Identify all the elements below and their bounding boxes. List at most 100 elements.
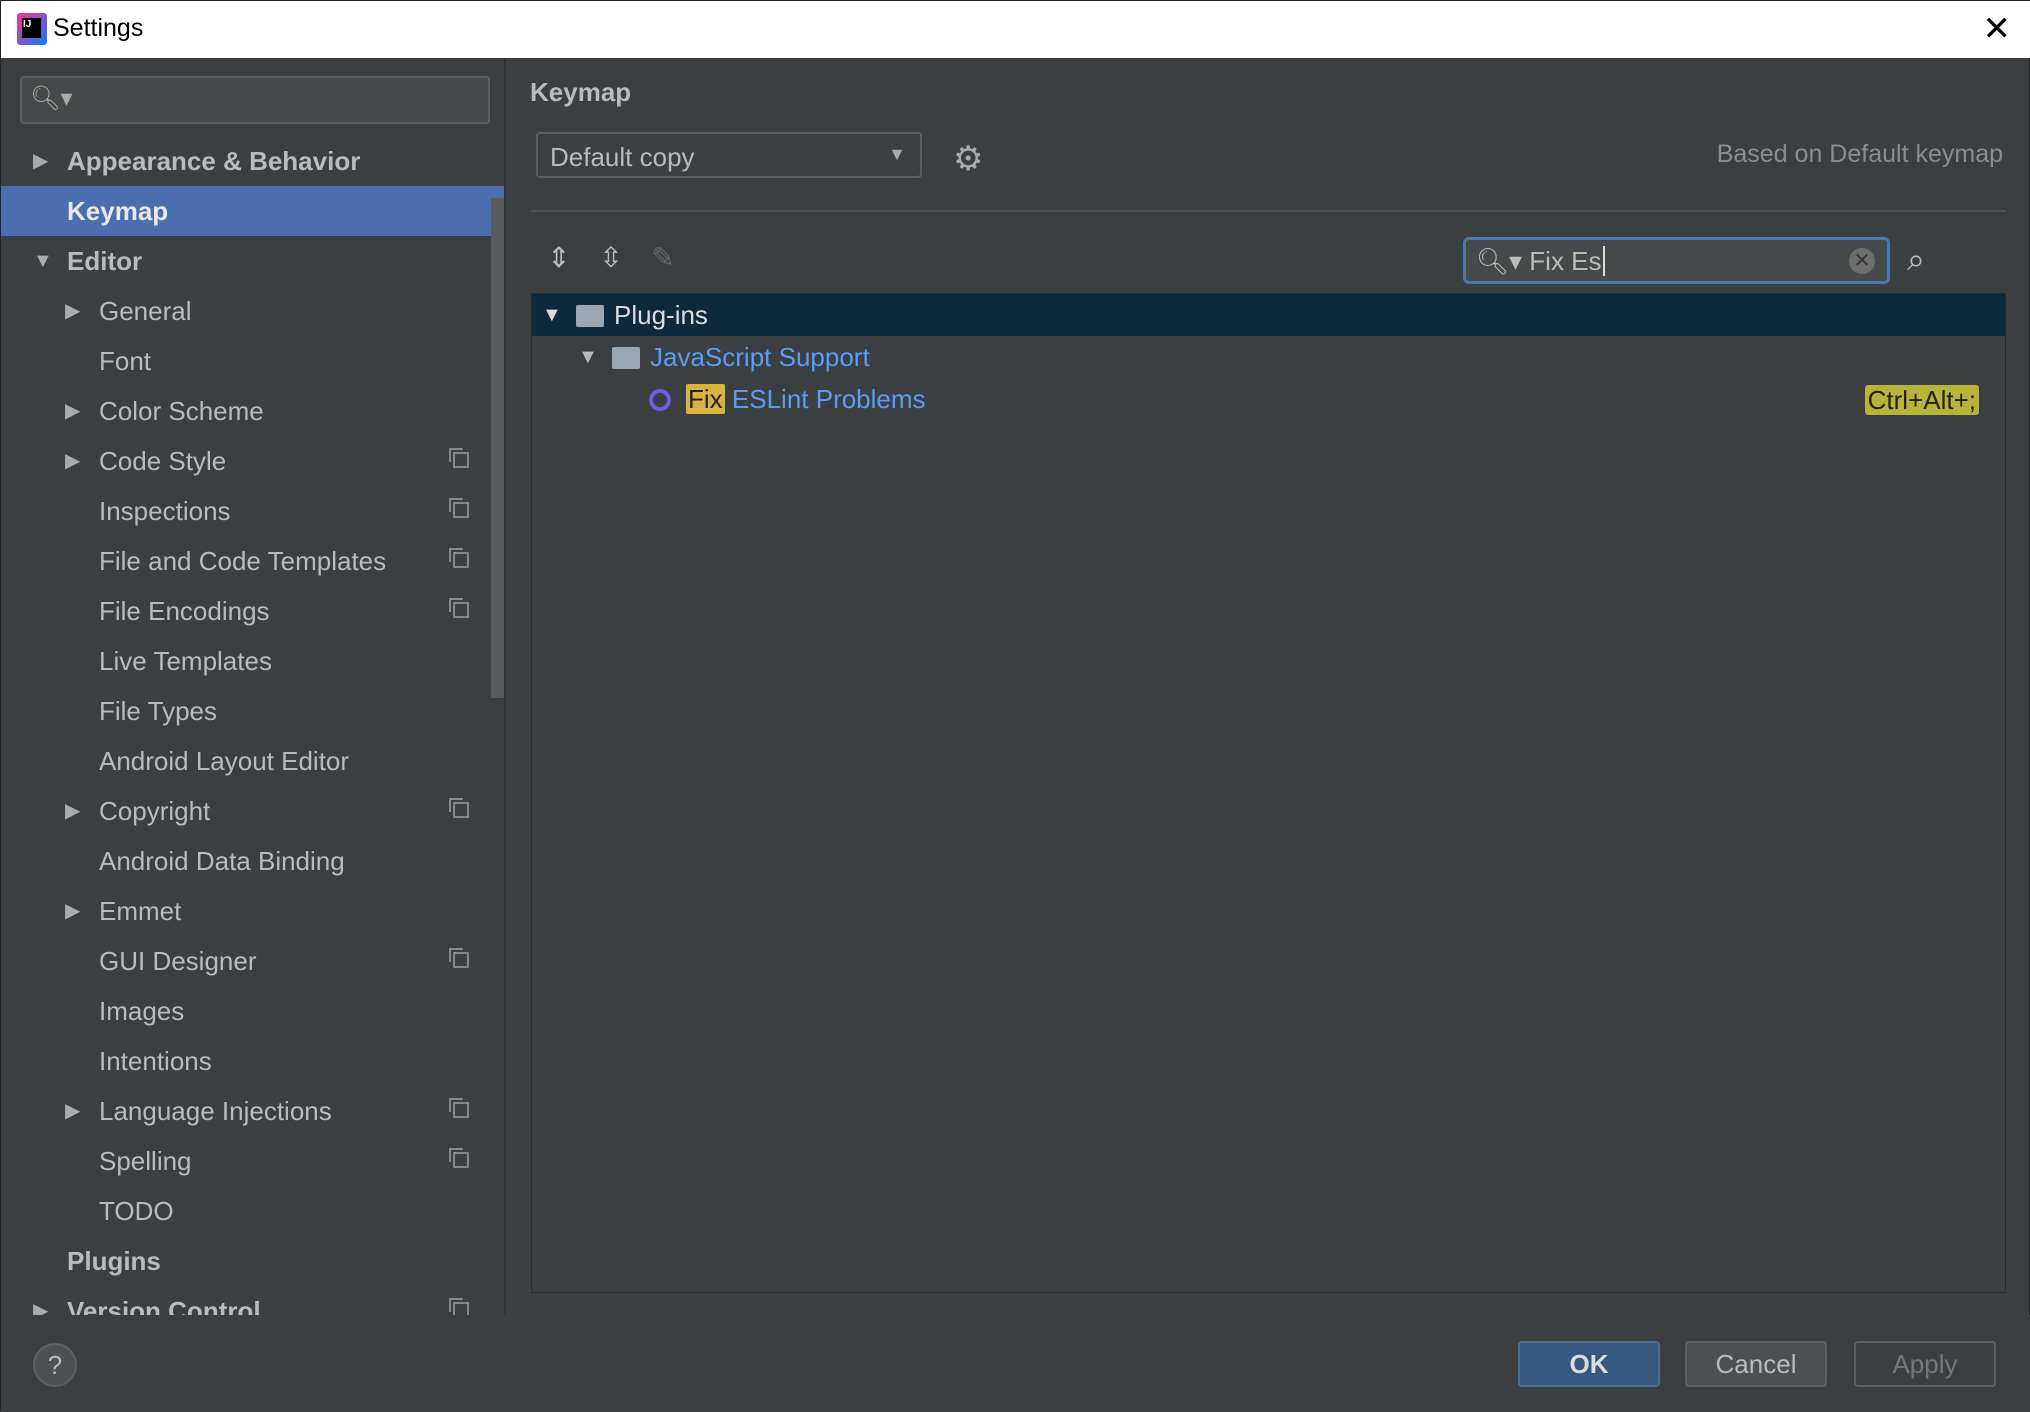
sidebar-item-label: Copyright [99, 796, 211, 826]
sidebar-item-code-style[interactable]: ▶ Code Style [1, 436, 491, 486]
sidebar-item-appearance-behavior[interactable]: ▶ Appearance & Behavior [1, 136, 491, 186]
sidebar-item-inspections[interactable]: Inspections [1, 486, 491, 536]
sidebar-item-label: GUI Designer [99, 946, 257, 976]
sidebar-item-label: TODO [99, 1196, 174, 1226]
sidebar-item-label: Editor [67, 246, 143, 276]
gear-icon[interactable]: ⚙ [953, 139, 983, 179]
project-settings-icon [449, 948, 469, 968]
sidebar-item-font[interactable]: Font [1, 336, 491, 386]
search-icon: 🔍︎▾ [1476, 246, 1523, 276]
window-title: Settings [53, 14, 144, 42]
project-settings-icon [449, 448, 469, 468]
project-settings-icon [449, 498, 469, 518]
page-title: Keymap [530, 77, 632, 107]
project-settings-icon [449, 548, 469, 568]
sidebar-item-label: Language Injections [99, 1096, 332, 1126]
sidebar-item-emmet[interactable]: ▶ Emmet [1, 886, 491, 936]
apply-button[interactable]: Apply [1854, 1341, 1996, 1387]
based-on-label: Based on Default keymap [1716, 140, 2003, 168]
sidebar-item-label: Keymap [67, 196, 169, 226]
search-value: Fix Es [1529, 246, 1602, 276]
sidebar-item-file-and-code-templates[interactable]: File and Code Templates [1, 536, 491, 586]
sidebar-item-label: Intentions [99, 1046, 212, 1076]
sidebar-item-android-data-binding[interactable]: Android Data Binding [1, 836, 491, 886]
sidebar-item-label: General [99, 296, 192, 326]
title-bar: IJ Settings ✕ [1, 1, 2030, 58]
eslint-icon [649, 389, 671, 411]
keymap-select[interactable]: Default copy ▼ [536, 132, 922, 178]
dialog-footer: ? OK Cancel Apply [1, 1315, 2030, 1412]
sidebar-item-file-types[interactable]: File Types [1, 686, 491, 736]
help-button[interactable]: ? [33, 1343, 77, 1387]
sidebar-item-label: Appearance & Behavior [67, 146, 361, 176]
sidebar-item-general[interactable]: ▶ General [1, 286, 491, 336]
sidebar-item-label: Images [99, 996, 185, 1026]
sidebar-item-editor[interactable]: ▼ Editor [1, 236, 491, 286]
collapsed-arrow-icon[interactable]: ▶ [65, 886, 80, 936]
keymap-search-input[interactable]: 🔍︎▾ Fix Es ✕ [1463, 237, 1890, 284]
collapsed-arrow-icon[interactable]: ▶ [65, 1086, 80, 1136]
project-settings-icon [449, 1098, 469, 1118]
keymap-select-value: Default copy [550, 142, 695, 172]
edit-pencil-icon[interactable]: ✎ [643, 241, 683, 274]
collapsed-arrow-icon[interactable]: ▶ [33, 136, 48, 186]
sidebar-item-gui-designer[interactable]: GUI Designer [1, 936, 491, 986]
sidebar-item-label: Code Style [99, 446, 227, 476]
sidebar-item-label: File Encodings [99, 596, 270, 626]
collapsed-arrow-icon[interactable]: ▶ [33, 1286, 48, 1315]
shortcut-badge: Ctrl+Alt+; [1864, 385, 1979, 415]
close-icon[interactable]: ✕ [1983, 9, 2012, 49]
sidebar-item-file-encodings[interactable]: File Encodings [1, 586, 491, 636]
search-icon: 🔍︎▾ [30, 85, 73, 112]
sidebar-item-copyright[interactable]: ▶ Copyright [1, 786, 491, 836]
project-settings-icon [449, 798, 469, 818]
tree-label: Plug-ins [614, 300, 708, 330]
sidebar-item-intentions[interactable]: Intentions [1, 1036, 491, 1086]
project-settings-icon [449, 1148, 469, 1168]
sidebar-item-label: Font [99, 346, 152, 376]
tree-row-fix-eslint-problems[interactable]: Fix ESLint Problems Ctrl+Alt+; [532, 378, 2005, 420]
chevron-down-icon: ▼ [888, 144, 906, 164]
sidebar-item-keymap[interactable]: Keymap [1, 186, 504, 236]
divider [531, 210, 2006, 212]
sidebar-scrollbar[interactable] [491, 198, 504, 698]
clear-search-icon[interactable]: ✕ [1849, 248, 1875, 274]
expanded-arrow-icon[interactable]: ▼ [542, 294, 562, 336]
tree-row-javascript-support[interactable]: ▼ JavaScript Support [532, 336, 2005, 378]
sidebar-item-label: Plugins [67, 1246, 161, 1276]
expanded-arrow-icon[interactable]: ▼ [578, 336, 598, 378]
project-settings-icon [449, 1298, 469, 1315]
expanded-arrow-icon[interactable]: ▼ [33, 236, 53, 286]
collapsed-arrow-icon[interactable]: ▶ [65, 436, 80, 486]
collapsed-arrow-icon[interactable]: ▶ [65, 786, 80, 836]
collapsed-arrow-icon[interactable]: ▶ [65, 286, 80, 336]
search-match-highlight: Fix [686, 384, 725, 414]
sidebar-item-live-templates[interactable]: Live Templates [1, 636, 491, 686]
collapse-all-icon[interactable]: ⇳ [591, 241, 631, 274]
sidebar-item-label: Android Data Binding [99, 846, 345, 876]
sidebar-item-spelling[interactable]: Spelling [1, 1136, 491, 1186]
project-settings-icon [449, 598, 469, 618]
sidebar-item-label: File and Code Templates [99, 546, 387, 576]
sidebar-item-images[interactable]: Images [1, 986, 491, 1036]
sidebar-item-color-scheme[interactable]: ▶ Color Scheme [1, 386, 491, 436]
sidebar-item-label: Live Templates [99, 646, 272, 676]
cancel-button[interactable]: Cancel [1685, 1341, 1827, 1387]
sidebar-item-android-layout-editor[interactable]: Android Layout Editor [1, 736, 491, 786]
collapsed-arrow-icon[interactable]: ▶ [65, 386, 80, 436]
settings-sidebar: 🔍︎▾ ▶ Appearance & Behavior Keymap ▼ Editor ▶… [1, 58, 506, 1315]
ok-button[interactable]: OK [1518, 1341, 1660, 1387]
sidebar-item-label: Inspections [99, 496, 231, 526]
sidebar-item-label: Version Control [67, 1296, 261, 1315]
sidebar-item-version-control[interactable]: ▶ Version Control [1, 1286, 491, 1315]
sidebar-item-todo[interactable]: TODO [1, 1186, 491, 1236]
sidebar-item-plugins[interactable]: Plugins [1, 1236, 491, 1286]
sidebar-search-input[interactable]: 🔍︎▾ [20, 76, 490, 124]
find-by-shortcut-icon[interactable]: ⌕ [1907, 241, 1925, 279]
expand-all-icon[interactable]: ⇕ [539, 241, 579, 274]
sidebar-item-language-injections[interactable]: ▶ Language Injections [1, 1086, 491, 1136]
sidebar-item-label: Spelling [99, 1146, 192, 1176]
tree-label: JavaScript Support [650, 342, 870, 372]
tree-row-plugins[interactable]: ▼ Plug-ins [532, 294, 2005, 336]
sidebar-item-label: Android Layout Editor [99, 746, 350, 776]
